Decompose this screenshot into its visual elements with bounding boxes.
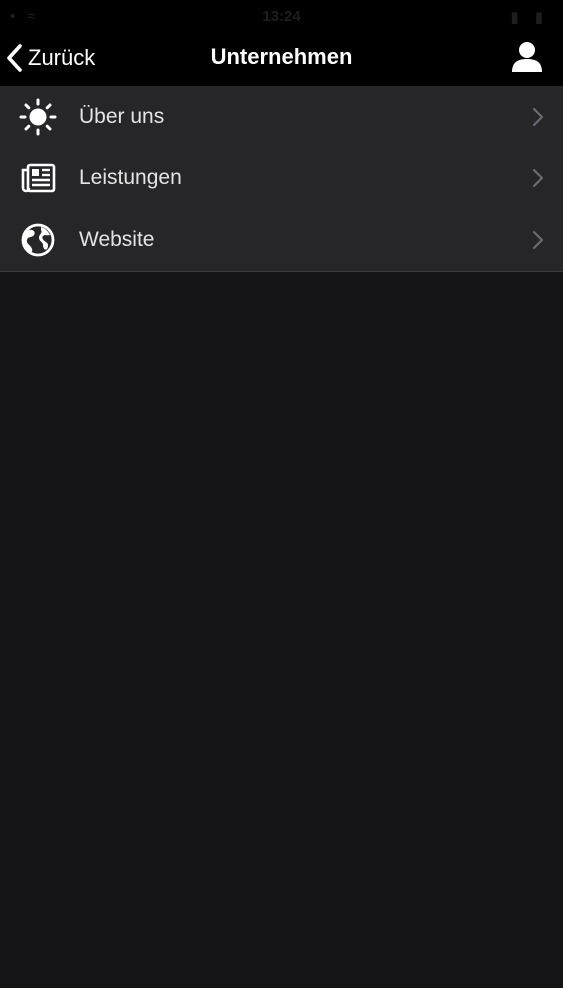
app-screen: • ≈ 13:24 ▮ ▮ Zurück Unternehmen Über un… — [0, 0, 563, 988]
sun-icon — [19, 98, 57, 136]
profile-button[interactable] — [509, 40, 545, 76]
menu-item-label: Leistungen — [79, 166, 182, 189]
person-icon — [509, 40, 545, 76]
navigation-bar: Zurück Unternehmen — [0, 30, 563, 86]
menu-item-website[interactable]: Website — [0, 209, 563, 271]
battery-indicator: ▮ ▮ — [510, 9, 549, 26]
menu-item-label: Website — [79, 228, 155, 251]
page-title: Unternehmen — [210, 44, 353, 69]
menu-item-ueber-uns[interactable]: Über uns — [0, 86, 563, 147]
chevron-right-icon — [532, 230, 544, 250]
newspaper-icon — [19, 159, 57, 197]
status-time: 13:24 — [262, 8, 301, 25]
globe-icon — [19, 221, 57, 259]
chevron-right-icon — [532, 107, 544, 127]
menu-item-label: Über uns — [79, 104, 165, 128]
status-bar: • ≈ 13:24 ▮ ▮ — [0, 0, 563, 30]
menu-list: Über uns Leistungen Website — [0, 86, 563, 272]
chevron-right-icon — [532, 168, 544, 188]
menu-item-leistungen[interactable]: Leistungen — [0, 147, 563, 209]
